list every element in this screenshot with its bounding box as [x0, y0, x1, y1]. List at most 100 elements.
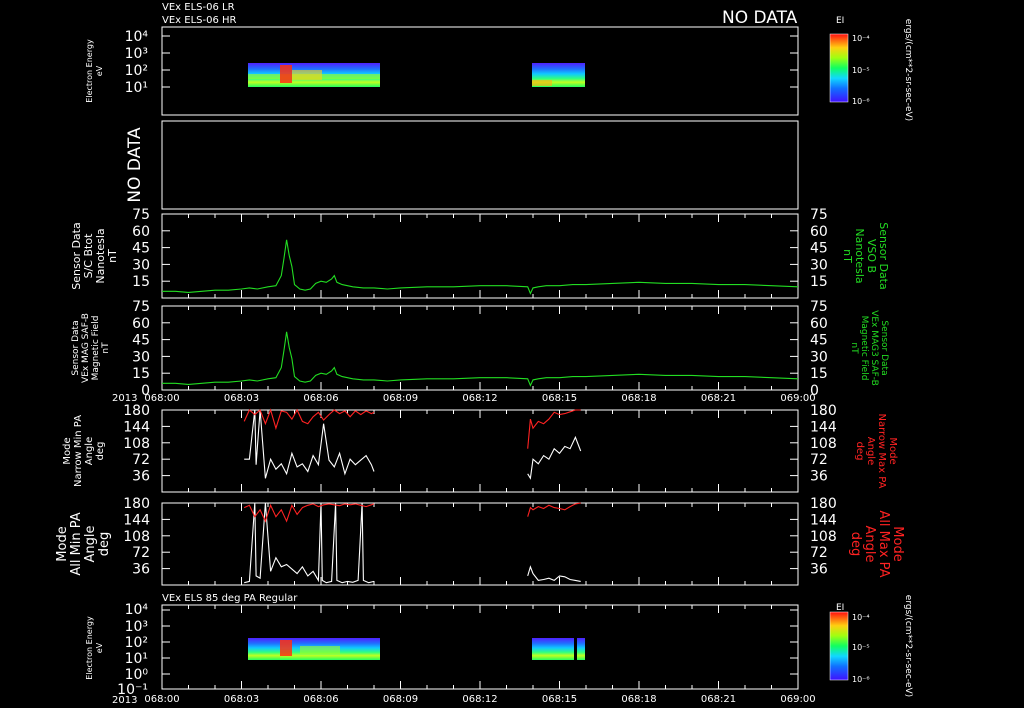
ytick-label-left: 45	[132, 333, 150, 349]
panel-7-title: VEx ELS 85 deg PA Regular	[162, 593, 298, 604]
ytick-label-right: 180	[810, 496, 837, 512]
ytick-label-right: 144	[810, 419, 837, 435]
panel-2-frame	[161, 120, 799, 210]
panel-6-frame	[161, 502, 799, 586]
series-all-max-pa-line	[527, 502, 581, 517]
xtick-label: 068:09	[383, 393, 418, 404]
colorbar-top: EI 10⁻⁴ 10⁻⁵ 10⁻⁶ ergs/(cm**2-sr-sec-eV)	[829, 16, 913, 121]
ytick-label-left: 30	[132, 257, 150, 273]
ytick-label-left: 60	[132, 316, 150, 332]
xtick-label: 068:03	[224, 694, 259, 705]
ytick-label-right: 72	[810, 545, 828, 561]
xtick-label: 068:21	[701, 393, 736, 404]
colorbar-title: EI	[836, 603, 844, 613]
panel-5-ylabel-2: Narrow Min PA	[73, 415, 84, 487]
ytick-label-right: 180	[810, 403, 837, 419]
spectrogram-block-3	[577, 638, 585, 660]
panel-6-ylabel-2: All Min PA	[69, 512, 84, 575]
colorbar-title: EI	[836, 16, 844, 26]
colorbar-tick: 10⁻⁶	[852, 97, 870, 106]
panel-1-ylabel-2: eV	[95, 65, 104, 76]
colorbar-tick: 10⁻⁵	[852, 643, 870, 652]
colorbar-gradient	[829, 33, 849, 103]
series-b-line	[162, 331, 799, 387]
year-label-bottom: 2013	[112, 695, 137, 706]
panel-4-ylabel-right-3: Magnetic Field	[859, 316, 869, 381]
panel-7-ylabel-2: eV	[95, 642, 104, 653]
ytick-label-right: 144	[810, 512, 837, 528]
ytick-label-left: 108	[123, 529, 150, 545]
ytick-label-left: 180	[123, 496, 150, 512]
series-narrow-max-pa-line	[243, 408, 375, 431]
ytick-label-right: 60	[810, 224, 828, 240]
colorbar-unit: ergs/(cm**2-sr-sec-eV)	[903, 19, 913, 121]
xtick-label: 068:06	[303, 393, 338, 404]
panel-2-no-data: NO DATA	[125, 127, 145, 203]
ytick-label-right: 36	[810, 562, 828, 578]
ytick-label-right: 75	[810, 207, 828, 223]
panel-5-ylabel-3: Angle	[84, 437, 95, 465]
xtick-label: 068:21	[701, 694, 736, 705]
colorbar-tick: 10⁻⁶	[852, 675, 870, 684]
panel-1-ytick: 10³	[125, 46, 148, 62]
ytick-label-left: 144	[123, 419, 150, 435]
ytick-label-right: 72	[810, 452, 828, 468]
ytick-label-right: 108	[810, 436, 837, 452]
xtick-label: 068:15	[542, 393, 577, 404]
ytick-label-left: 36	[132, 469, 150, 485]
panel-5-ylabel-right-4: deg	[854, 442, 865, 461]
colorbar-tick: 10⁻⁵	[852, 66, 870, 75]
series-b-line	[162, 239, 799, 295]
ytick-label-right: 30	[810, 349, 828, 365]
ytick-label-right: 15	[810, 366, 828, 382]
panel-4-ylabel-3: Magnetic Field	[91, 316, 101, 381]
panel-7-ylabel-1: Electron Energy	[85, 616, 94, 680]
ytick-label-left: 144	[123, 512, 150, 528]
xtick-label: 068:03	[224, 393, 259, 404]
ytick-label-left: 15	[132, 274, 150, 290]
panel-7-ytick: 10³	[125, 619, 148, 635]
panel-6-ylabel-3: Angle	[83, 526, 98, 563]
panel-1-ytick: 10²	[125, 63, 148, 79]
colorbar-tick: 10⁻⁴	[852, 613, 870, 622]
ytick-label-right: 45	[810, 333, 828, 349]
panel-4-ylabel-4: nT	[101, 342, 111, 354]
header-line-1: VEx ELS-06 LR	[162, 2, 235, 13]
panel-3-ylabel-4: nT	[106, 249, 119, 263]
series-all-min-pa-line	[244, 502, 375, 584]
ytick-label-left: 108	[123, 436, 150, 452]
ytick-label-left: 180	[123, 403, 150, 419]
panel-7-ytick: 10⁴	[125, 602, 149, 618]
panel-4-ylabel-2: VEx MAG SAF-B	[81, 313, 91, 383]
header-no-data: NO DATA	[722, 8, 798, 28]
panel-5-ylabel-4: deg	[95, 442, 106, 461]
chart-canvas: VEx ELS-06 LR VEx ELS-06 HR NO DATA Elec…	[55, 2, 913, 706]
panel-5-ylabel-right-1: Mode	[887, 437, 898, 464]
panel-4-ylabel-right-2: VEx MAG3 SAF-B	[869, 310, 879, 386]
ytick-label-right: 60	[810, 316, 828, 332]
panel-5-ylabel-right-2: Narrow Max PA	[876, 414, 887, 489]
ytick-label-left: 75	[132, 299, 150, 315]
xtick-label: 068:09	[383, 694, 418, 705]
panel-1-ylabel-1: Electron Energy	[85, 39, 94, 103]
panel-1-ytick: 10¹	[125, 80, 148, 96]
series-all-max-pa-line	[243, 503, 375, 523]
xtick-label: 068:18	[621, 694, 656, 705]
colorbar-gradient	[829, 611, 849, 681]
xtick-label: 068:12	[462, 393, 497, 404]
ytick-label-right: 30	[810, 257, 828, 273]
xtick-label: 068:00	[144, 694, 179, 705]
colorbar-bottom: EI 10⁻⁴ 10⁻⁵ 10⁻⁶ ergs/(cm**2-sr-sec-eV)	[829, 595, 913, 697]
panel-7-ytick: 10⁰	[125, 667, 149, 683]
panel-1-ytick: 10⁴	[125, 29, 149, 45]
panel-4-ylabel-1: Sensor Data	[71, 320, 81, 375]
xtick-label: 069:00	[780, 694, 815, 705]
ytick-label-right: 75	[810, 299, 828, 315]
ytick-label-right: 15	[810, 274, 828, 290]
series-narrow-min-pa-line	[527, 435, 582, 480]
spectrogram-block-2	[532, 638, 574, 660]
panel-1-spectrogram	[248, 63, 585, 87]
panel-5-ylabel-1: Mode	[62, 437, 73, 464]
panel-6-ylabel-right-4: deg	[848, 532, 863, 557]
panel-6-ylabel-right-2: All Max PA	[876, 510, 891, 577]
